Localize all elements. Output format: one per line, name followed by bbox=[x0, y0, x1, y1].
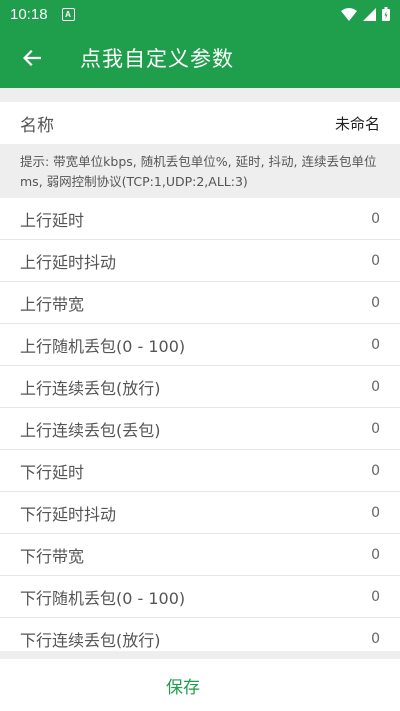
param-label: 上行随机丢包(0 - 100) bbox=[20, 336, 186, 356]
param-label: 下行延时 bbox=[20, 462, 85, 482]
page-title: 点我自定义参数 bbox=[80, 47, 234, 71]
param-value[interactable]: 0 bbox=[371, 505, 380, 521]
param-row[interactable]: 下行随机丢包(0 - 100) 0 bbox=[0, 576, 400, 618]
battery-icon bbox=[382, 7, 390, 21]
param-row[interactable]: 下行连续丢包(放行) 0 bbox=[0, 618, 400, 650]
param-row[interactable]: 上行连续丢包(放行) 0 bbox=[0, 366, 400, 408]
param-label: 下行随机丢包(0 - 100) bbox=[20, 588, 186, 608]
param-value[interactable]: 0 bbox=[371, 379, 380, 395]
app-notification-icon: A bbox=[61, 7, 75, 21]
param-value[interactable]: 0 bbox=[371, 547, 380, 563]
back-button[interactable] bbox=[0, 28, 64, 88]
param-row[interactable]: 下行延时抖动 0 bbox=[0, 492, 400, 534]
section-divider bbox=[0, 88, 400, 102]
name-field-row[interactable]: 名称 未命名 bbox=[0, 102, 400, 144]
wifi-icon bbox=[341, 7, 357, 21]
param-value[interactable]: 0 bbox=[371, 253, 380, 269]
param-row[interactable]: 下行带宽 0 bbox=[0, 534, 400, 576]
param-value[interactable]: 0 bbox=[371, 589, 380, 605]
param-row[interactable]: 上行连续丢包(丢包) 0 bbox=[0, 408, 400, 450]
name-field-value[interactable]: 未命名 bbox=[335, 113, 380, 134]
app-bar: 点我自定义参数 bbox=[0, 28, 400, 88]
param-row[interactable]: 上行延时 0 bbox=[0, 198, 400, 240]
arrow-left-icon bbox=[23, 50, 41, 66]
signal-icon bbox=[363, 7, 376, 21]
save-button[interactable]: 保存 bbox=[166, 673, 200, 698]
status-icons bbox=[341, 7, 390, 21]
param-label: 上行带宽 bbox=[20, 294, 85, 314]
param-label: 上行延时 bbox=[20, 210, 85, 230]
name-field-label: 名称 bbox=[20, 115, 54, 136]
param-label: 上行连续丢包(放行) bbox=[20, 378, 161, 398]
param-row[interactable]: 上行延时抖动 0 bbox=[0, 240, 400, 282]
param-value[interactable]: 0 bbox=[371, 211, 380, 227]
hint-text: 提示: 带宽单位kbps, 随机丢包单位%, 延时, 抖动, 连续丢包单位ms,… bbox=[0, 144, 400, 198]
param-value[interactable]: 0 bbox=[371, 463, 380, 479]
status-time: 10:18 bbox=[10, 5, 48, 23]
param-list: 上行延时 0 上行延时抖动 0 上行带宽 0 上行随机丢包(0 - 100) 0 上行连续丢包(… bbox=[0, 198, 400, 650]
param-label: 上行延时抖动 bbox=[20, 252, 117, 272]
param-label: 下行带宽 bbox=[20, 546, 85, 566]
param-value[interactable]: 0 bbox=[371, 631, 380, 647]
param-label: 下行连续丢包(放行) bbox=[20, 630, 161, 650]
param-value[interactable]: 0 bbox=[371, 337, 380, 353]
param-row[interactable]: 上行随机丢包(0 - 100) 0 bbox=[0, 324, 400, 366]
param-label: 上行连续丢包(丢包) bbox=[20, 420, 161, 440]
param-value[interactable]: 0 bbox=[371, 295, 380, 311]
param-value[interactable]: 0 bbox=[371, 421, 380, 437]
param-row[interactable]: 上行带宽 0 bbox=[0, 282, 400, 324]
param-label: 下行延时抖动 bbox=[20, 504, 117, 524]
status-bar: 10:18 A bbox=[0, 0, 400, 28]
footer-bar: 保存 bbox=[0, 651, 400, 711]
param-row[interactable]: 下行延时 0 bbox=[0, 450, 400, 492]
